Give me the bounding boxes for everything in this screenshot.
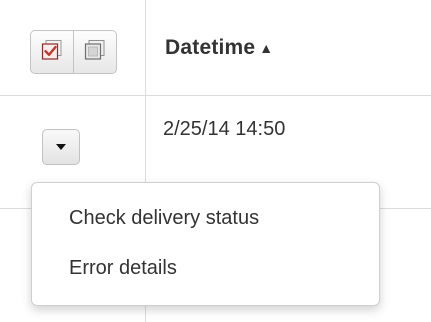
selection-button-group — [30, 30, 117, 74]
caret-down-icon — [56, 144, 66, 150]
row-actions-menu: Check delivery status Error details — [31, 182, 380, 306]
checked-checkbox-icon — [41, 39, 63, 66]
datetime-column-header[interactable]: Datetime ▲ — [165, 36, 273, 60]
header-bottom-border — [0, 95, 431, 96]
row-datetime-cell: 2/25/14 14:50 — [163, 118, 286, 140]
row-actions-dropdown-button[interactable] — [42, 129, 80, 165]
menu-item-error-details[interactable]: Error details — [69, 257, 177, 280]
select-all-button[interactable] — [30, 30, 74, 74]
select-none-button[interactable] — [74, 30, 117, 74]
sort-ascending-icon: ▲ — [259, 40, 274, 56]
menu-item-check-delivery-status[interactable]: Check delivery status — [69, 207, 259, 230]
datetime-header-label: Datetime — [165, 36, 256, 59]
checkbox-stack-icon — [84, 39, 106, 66]
